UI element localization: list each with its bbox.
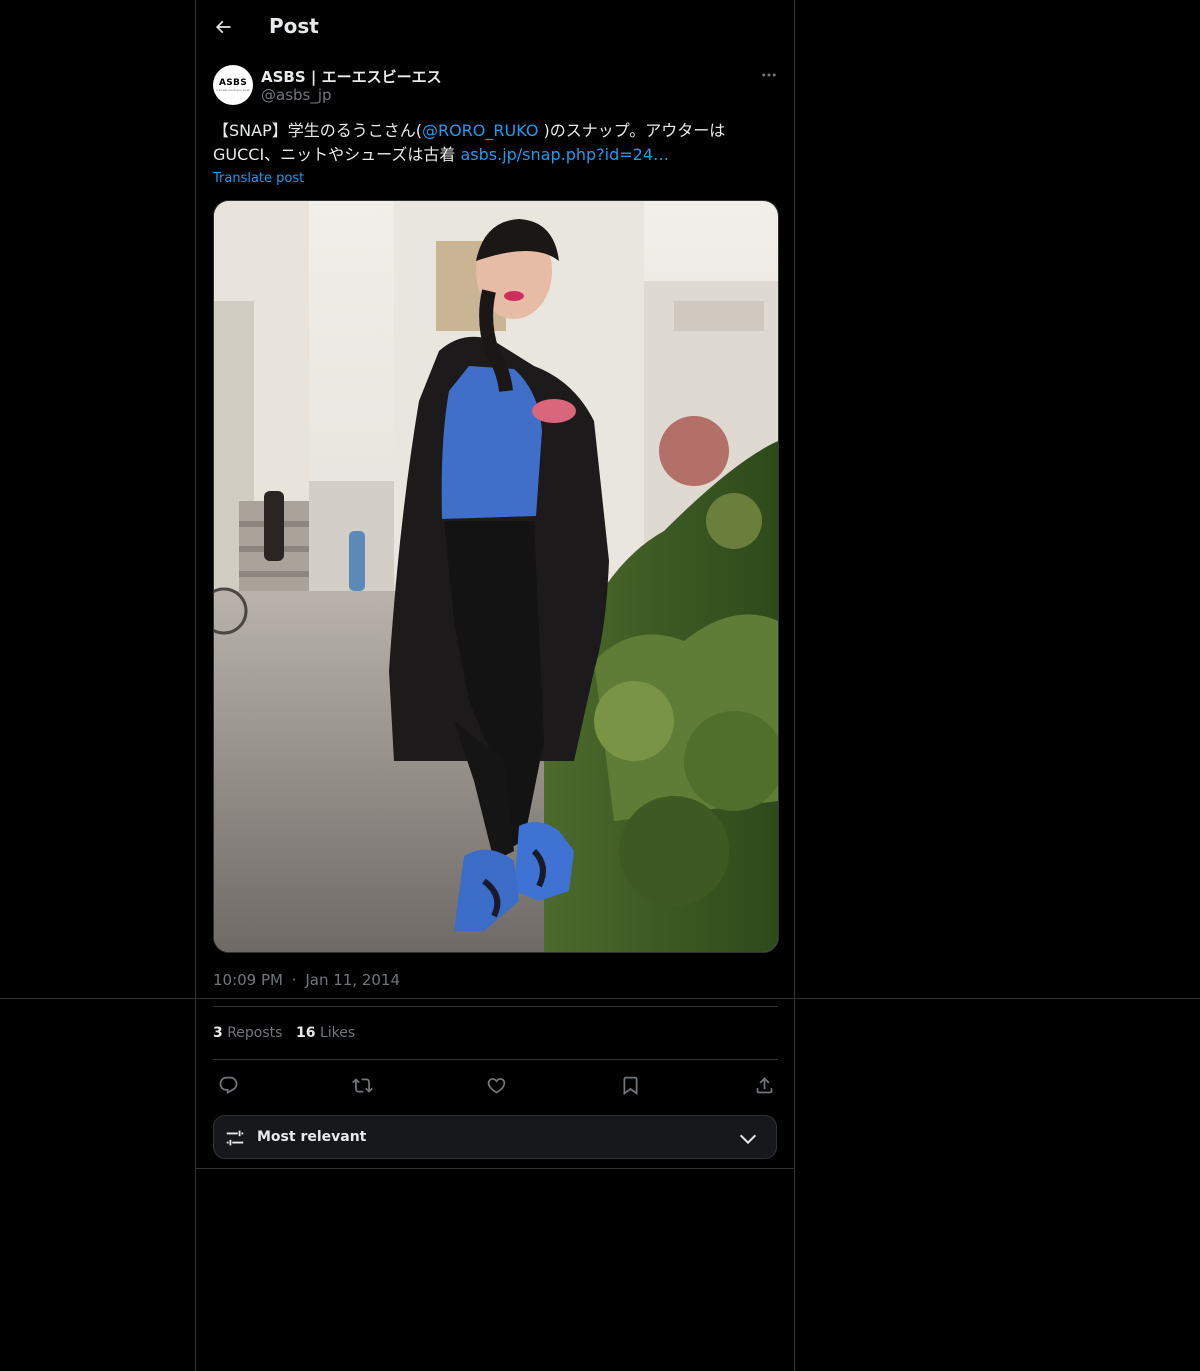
timestamp-separator: · [291,971,297,989]
author-name[interactable]: ASBS | エーエスビーエス [261,66,442,87]
likes-count: 16 [296,1025,316,1041]
avatar[interactable]: ASBS a street boutique snap [213,65,253,105]
main-column: Post ASBS a street boutique snap ASBS | … [195,0,795,1371]
reply-button[interactable] [213,1070,243,1100]
mention-link[interactable]: @RORO_RUKO [422,121,538,140]
street-snap-photo [214,201,778,952]
sort-label: Most relevant [257,1129,367,1145]
more-options-button[interactable] [752,62,786,88]
likes-label: Likes [319,1025,356,1041]
tweet-text-part1: 【SNAP】学生のるうこさん( [213,121,422,140]
reposts-label: Reposts [227,1025,283,1041]
divider-bottom-stats [213,1059,778,1060]
reposts-count: 3 [213,1025,223,1041]
tweet-date: Jan 11, 2014 [305,971,401,989]
avatar-logo-subtext: a street boutique snap [216,87,250,92]
back-button[interactable] [206,10,240,44]
likes-stat[interactable]: 16 Likes [296,1025,355,1041]
page-title: Post [269,14,319,38]
share-button[interactable] [749,1070,779,1100]
chevron-down-icon [739,1134,757,1145]
reposts-stat[interactable]: 3 Reposts [213,1025,282,1041]
tweet-timestamp[interactable]: 10:09 PM · Jan 11, 2014 [213,971,400,989]
sliders-icon [226,1130,244,1146]
tweet-text: 【SNAP】学生のるうこさん(@RORO_RUKO )のスナップ。アウターは G… [213,119,779,167]
translate-post-link[interactable]: Translate post [213,171,304,186]
share-icon [756,1076,772,1093]
repost-button[interactable] [347,1070,377,1100]
divider-after-sort [196,1168,794,1169]
tweet-time: 10:09 PM [213,971,283,989]
avatar-logo-text: ASBS [219,77,247,88]
like-button[interactable] [481,1070,511,1100]
like-icon [487,1077,505,1094]
author-handle[interactable]: @asbs_jp [261,86,332,104]
bookmark-icon [623,1076,637,1095]
divider-top-stats [213,1006,778,1007]
arrow-left-icon [215,20,231,34]
tweet-photo[interactable] [213,200,779,953]
replies-sort-dropdown[interactable]: Most relevant [213,1115,777,1159]
url-link[interactable]: asbs.jp/snap.php?id=24… [460,145,669,164]
more-horizontal-icon [762,73,776,77]
repost-icon [351,1077,373,1093]
bookmark-button[interactable] [615,1070,645,1100]
reply-icon [219,1076,237,1094]
